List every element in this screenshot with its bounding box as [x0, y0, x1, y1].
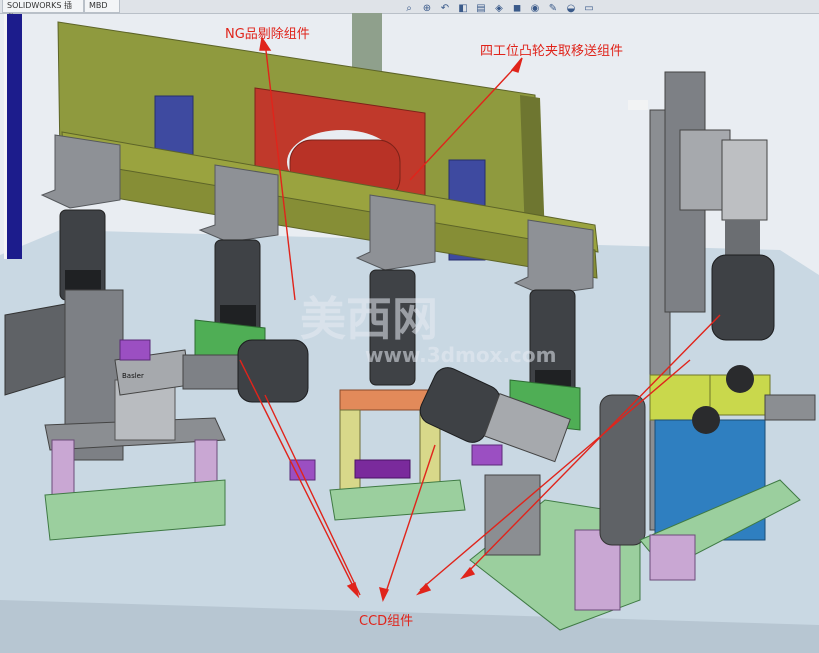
- annotation-ccd: CCD组件: [359, 614, 414, 629]
- tab-solidworks-addins[interactable]: SOLIDWORKS 插件: [2, 0, 84, 22]
- annotation-ng-reject: NG品剔除组件: [225, 27, 310, 42]
- watermark-logo: 美西网: [300, 292, 438, 346]
- graphics-viewport[interactable]: Basler NG品剔除组件 四工位凸轮夹取移送组件 CCD组件 美西网 www…: [0, 13, 819, 653]
- camera-brand-label: Basler: [122, 372, 144, 380]
- tab-mbd[interactable]: MBD: [84, 0, 120, 13]
- ccd-camera-right: [711, 254, 775, 341]
- watermark-url: www.3dmox.com: [365, 343, 557, 367]
- annotation-cam-transfer: 四工位凸轮夹取移送组件: [480, 44, 624, 59]
